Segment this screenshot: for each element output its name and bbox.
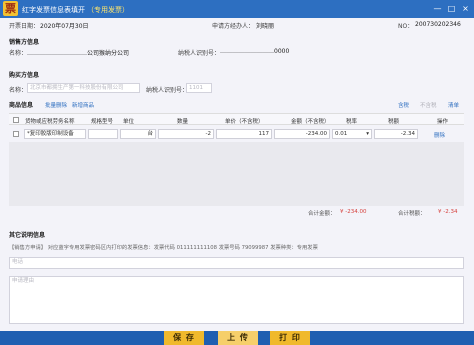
buyer-name-input[interactable]: 北京市都拥生产第一科技股份有限公司 (27, 83, 140, 93)
col-qty: 数量 (177, 119, 189, 125)
maximize-button[interactable]: □ (446, 3, 457, 14)
row-checkbox[interactable] (13, 131, 19, 137)
other-note-text: 【销售方申请】 对应蓝字专用发票密码区内打印的发票信息：发票代码 0111111… (9, 245, 318, 251)
save-button[interactable]: 保 存 (164, 331, 204, 345)
seller-section-title: 销售方信息 (9, 39, 40, 46)
list-toggle[interactable]: 清单 (448, 101, 459, 109)
batch-delete-link[interactable]: 批量删除 (45, 101, 67, 109)
other-section-title: 其它说明信息 (9, 232, 46, 239)
tax-cell[interactable]: -2.34 (374, 129, 418, 139)
seller-name-label: 名称： (9, 50, 28, 57)
upload-button[interactable]: 上 传 (218, 331, 258, 345)
minimize-button[interactable]: — (432, 3, 443, 14)
col-price: 单价（不含税） (225, 119, 264, 125)
tax-included-toggle[interactable]: 含税 (398, 101, 409, 109)
goods-table-header: 货物或应税劳务名称 规格型号 单位 数量 单价（不含税） 金额（不含税） 税率 … (9, 113, 464, 125)
total-amount-value: ¥ -234.00 (340, 209, 367, 215)
buyer-tax-input[interactable]: 1101 (186, 83, 212, 93)
tax-excluded-toggle[interactable]: 不含税 (420, 101, 437, 109)
amount-cell[interactable]: -234.00 (274, 129, 330, 139)
buyer-tax-label: 纳税人识别号： (146, 87, 189, 94)
close-button[interactable]: × (460, 3, 471, 14)
applicant-label: 申请方经办人： (212, 23, 255, 30)
rate-value: 0.01 (335, 131, 348, 137)
phone-input[interactable]: 电话 (9, 257, 464, 269)
chevron-down-icon: ▾ (366, 131, 369, 137)
col-tax: 税额 (388, 119, 400, 125)
applicant-value: 刘晓丽 (256, 23, 275, 30)
price-cell[interactable]: 117 (216, 129, 272, 139)
total-tax-value: ¥ -2.34 (438, 209, 458, 215)
total-tax-label: 合计税额： (398, 211, 426, 217)
rate-select[interactable]: 0.01 ▾ (332, 129, 372, 139)
delete-row-link[interactable]: 删除 (434, 131, 445, 139)
buyer-name-label: 名称： (9, 87, 28, 94)
seller-name-value: …………………………公司猴纳分公司 (27, 50, 130, 57)
col-op: 操作 (437, 119, 449, 125)
seller-tax-value: ………………………0000 (220, 48, 290, 55)
title-bar: 票 红字发票信息表填开 （专用发票） — □ × (0, 0, 474, 18)
col-spec: 规格型号 (91, 119, 114, 125)
goods-name-cell[interactable]: *复印胶版印制设备 (24, 129, 86, 139)
spec-cell[interactable] (88, 129, 118, 139)
no-value: 200730202346 (415, 21, 461, 28)
invoice-logo-icon: 票 (3, 1, 18, 16)
window-title: 红字发票信息表填开 （专用发票） (22, 6, 129, 14)
print-button[interactable]: 打 印 (270, 331, 310, 345)
buyer-section-title: 购买方信息 (9, 72, 40, 79)
col-amount: 金额（不含税） (291, 119, 330, 125)
action-bar: 保 存 上 传 打 印 (0, 331, 474, 345)
qty-cell[interactable]: -2 (158, 129, 214, 139)
add-goods-link[interactable]: 新增商品 (72, 101, 94, 109)
reason-textarea[interactable]: 申请理由 (9, 276, 464, 324)
goods-section-title: 商品信息 (9, 102, 34, 109)
goods-table-body (9, 142, 464, 206)
col-rate: 税率 (346, 119, 358, 125)
seller-tax-label: 纳税人识别号： (178, 50, 221, 57)
unit-cell[interactable]: 台 (120, 129, 156, 139)
col-unit: 单位 (123, 119, 135, 125)
no-label: NO： (398, 23, 414, 30)
date-value: 2020年07月30日 (40, 23, 89, 30)
date-label: 开票日期： (9, 23, 40, 30)
col-name: 货物或应税劳务名称 (25, 119, 75, 125)
select-all-checkbox[interactable] (13, 117, 19, 123)
window-subtitle: （专用发票） (87, 6, 129, 14)
total-amount-label: 合计金额： (308, 211, 336, 217)
